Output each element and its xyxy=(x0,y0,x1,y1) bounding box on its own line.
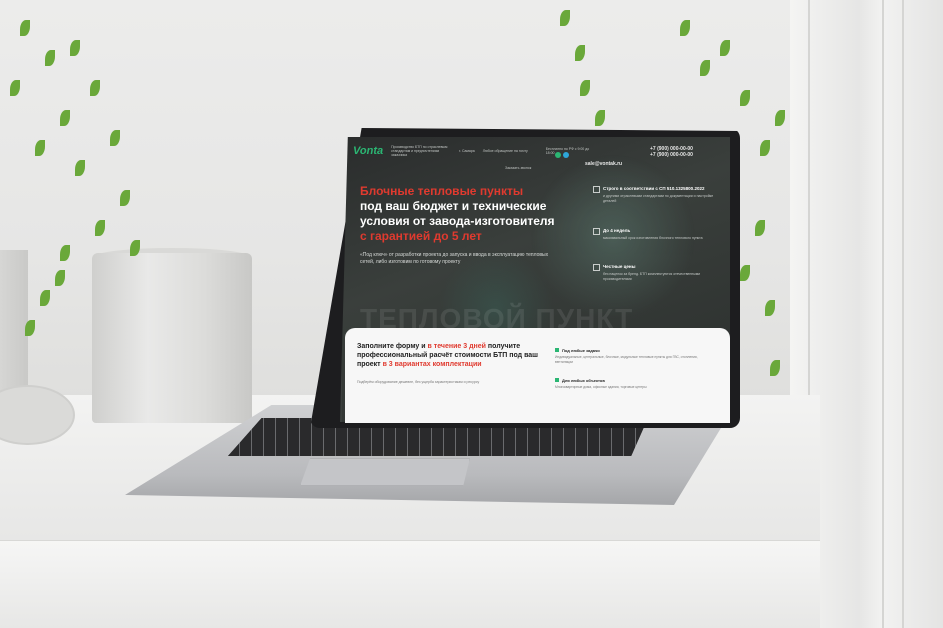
website: Vonta Производство БТП по отраслевым ста… xyxy=(345,138,730,423)
cabinet-groove xyxy=(902,0,904,628)
laptop-touchpad xyxy=(300,458,470,486)
bullet-icon xyxy=(555,378,559,382)
cabinet-groove xyxy=(882,0,884,628)
bullet-item: Под любые задачи Индивидуальные, централ… xyxy=(555,348,698,364)
feature-item: Строго в соответствии с СП 510.1325800.2… xyxy=(593,186,723,203)
check-icon xyxy=(593,186,600,193)
hero-subtitle: «Под ключ» от разработки проекта до запу… xyxy=(360,252,549,265)
telegram-icon[interactable] xyxy=(563,152,569,158)
header-description: Производство БТП по отраслевым стандарта… xyxy=(391,145,448,157)
form-card: Заполните форму и в течение 3 дней получ… xyxy=(345,328,730,423)
whatsapp-icon[interactable] xyxy=(555,152,561,158)
bullet-icon xyxy=(555,348,559,352)
form-subtitle: Подберём оборудование дешевле, без ущерб… xyxy=(357,380,480,384)
feature-item: Честные цены без наценок за бренд. БТП к… xyxy=(593,264,723,281)
form-title: Заполните форму и в течение 3 дней получ… xyxy=(357,343,539,368)
bullet-item: Для любых объектов Многоквартирные дома,… xyxy=(555,378,647,389)
email-label: Любое обращение на почту xyxy=(482,149,528,153)
hero-text: Блочные тепловые пункты под ваш бюджет и… xyxy=(360,184,570,266)
site-logo[interactable]: Vonta xyxy=(353,145,383,157)
hero-title-red: Блочные тепловые пункты xyxy=(360,184,524,198)
callback-link[interactable]: Заказать звонок xyxy=(505,156,531,174)
phone-contact[interactable]: +7 (900) 000-00-00 +7 (900) 000-00-00 xyxy=(650,146,693,158)
email-contact[interactable]: sale@vontak.ru xyxy=(585,152,622,170)
concrete-pot xyxy=(92,253,252,423)
scene: Vonta Производство БТП по отраслевым ста… xyxy=(0,0,943,628)
clock-icon xyxy=(593,228,600,235)
hero-title-white: под ваш бюджет и технические условия от … xyxy=(360,199,555,228)
shelf-edge xyxy=(0,540,820,628)
messenger-icons xyxy=(555,152,569,158)
hero-title-red-2: с гарантией до 5 лет xyxy=(360,229,482,243)
location-text: г. Самара xyxy=(459,149,475,153)
price-icon xyxy=(593,264,600,271)
feature-item: До 4 недель максимальный срок изготовлен… xyxy=(593,228,723,241)
